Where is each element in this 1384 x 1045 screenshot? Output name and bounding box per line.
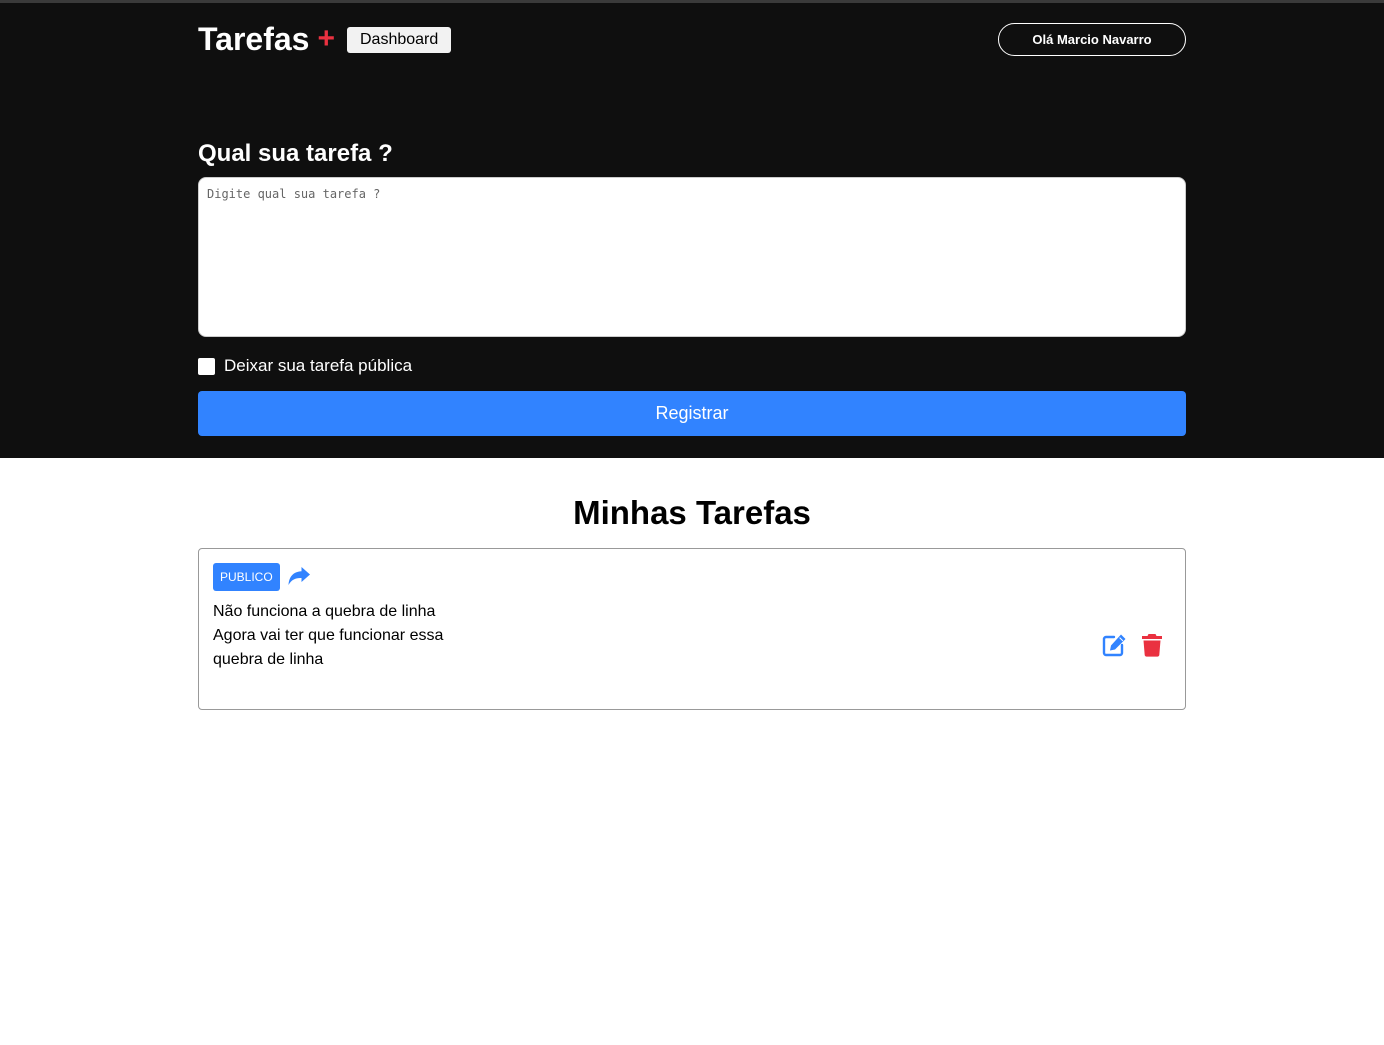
task-actions — [1102, 633, 1163, 657]
register-button[interactable]: Registrar — [198, 391, 1186, 436]
task-input[interactable] — [198, 177, 1186, 337]
public-checkbox-row: Deixar sua tarefa pública — [198, 356, 1186, 376]
task-card-top: PUBLICO — [213, 563, 1171, 591]
brand-plus: + — [317, 21, 335, 55]
brand-title[interactable]: Tarefas — [198, 21, 309, 58]
public-checkbox-label[interactable]: Deixar sua tarefa pública — [224, 356, 412, 376]
brand: Tarefas + Dashboard — [198, 21, 452, 58]
user-button[interactable]: Olá Marcio Navarro — [998, 23, 1186, 56]
task-text: Não funciona a quebra de linha Agora vai… — [213, 603, 444, 668]
public-checkbox[interactable] — [198, 357, 215, 375]
dashboard-button[interactable]: Dashboard — [347, 26, 452, 53]
tasks-container: Minhas Tarefas PUBLICO Não funciona a qu… — [198, 494, 1186, 710]
share-icon[interactable] — [287, 566, 311, 588]
task-card: PUBLICO Não funciona a quebra de linha A… — [198, 548, 1186, 710]
header: Tarefas + Dashboard Olá Marcio Navarro — [198, 3, 1186, 78]
hero-section: Tarefas + Dashboard Olá Marcio Navarro Q… — [0, 3, 1384, 458]
hero-container: Tarefas + Dashboard Olá Marcio Navarro Q… — [198, 3, 1186, 436]
trash-icon[interactable] — [1141, 633, 1163, 657]
tasks-title: Minhas Tarefas — [573, 494, 811, 531]
form-title: Qual sua tarefa ? — [198, 140, 393, 167]
edit-icon[interactable] — [1102, 633, 1128, 657]
public-badge: PUBLICO — [213, 563, 280, 591]
